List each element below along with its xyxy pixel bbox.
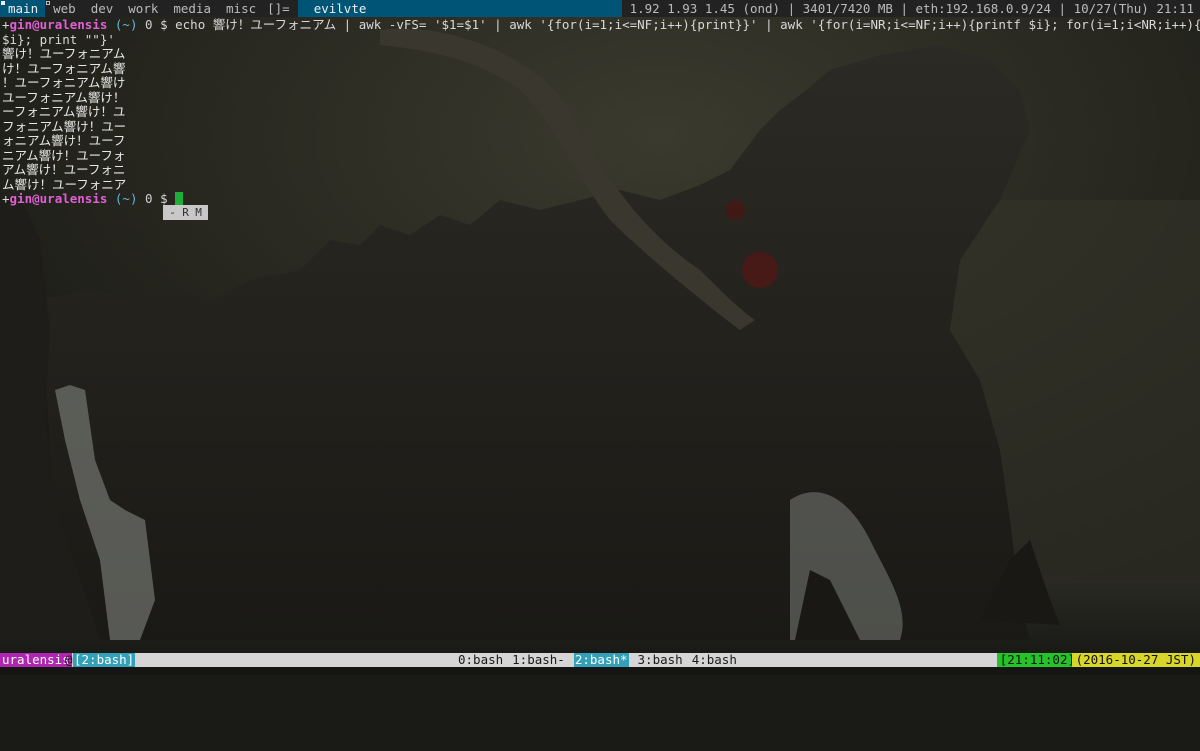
tmux-status-bar: uralensis @ [2:bash] 0:bash 1:bash- 2:ba… — [0, 653, 1200, 667]
prompt-plus: + — [2, 17, 10, 32]
input-mode-indicator: - R M — [163, 205, 208, 220]
window-title: evilvte — [297, 0, 622, 17]
mode-dash: - — [169, 206, 176, 219]
tag-work[interactable]: work — [120, 0, 165, 17]
tmux-session: [2:bash] — [73, 652, 136, 667]
tmux-window-3[interactable]: 3:bash — [638, 653, 683, 667]
output-line: ！ユーフォニアム響け — [2, 75, 126, 90]
tmux-window-2[interactable]: 2:bash* — [573, 653, 629, 667]
output-line: 響け！ユーフォニアム — [2, 46, 126, 61]
command-text: echo 響け！ユーフォニアム | awk -vFS= '$1=$1' | aw… — [175, 17, 1200, 32]
tmux-at: @ — [65, 652, 73, 667]
prompt-exit-code: 0 — [137, 191, 153, 206]
output-line: ニアム響け！ユーフォ — [2, 147, 126, 163]
prompt-at: @ — [32, 191, 40, 206]
prompt-plus: + — [2, 191, 10, 206]
output-line: ユーフォニアム響け！ — [2, 89, 126, 105]
prompt-dollar: $ — [152, 17, 176, 32]
tmux-date: (2016-10-27 JST) — [1071, 653, 1200, 667]
prompt-user: gin — [9, 17, 33, 32]
command-continuation: $i}; print ""}' — [2, 31, 115, 47]
tmux-clock: [21:11:02] — [996, 653, 1078, 667]
output-line: フォニアム響け！ユー — [2, 118, 127, 134]
prompt-dollar: $ — [152, 191, 176, 206]
tmux-window-list: 0:bash 1:bash- 2:bash* 3:bash 4:bash — [458, 653, 737, 667]
mode-r: R — [182, 206, 189, 219]
output-line: ーフォニアム響け！ユ — [2, 104, 126, 119]
tmux-window-4[interactable]: 4:bash — [692, 653, 737, 667]
tag-main[interactable]: main — [0, 0, 46, 17]
text-cursor — [175, 192, 184, 205]
terminal-output[interactable]: +gin@uralensis (~) 0 $ echo 響け！ユーフォニアム |… — [2, 17, 1200, 207]
prompt-user: gin — [9, 191, 33, 206]
tag-media[interactable]: media — [165, 0, 218, 17]
tag-dev[interactable]: dev — [83, 0, 121, 17]
output-line: け！ユーフォニアム響 — [2, 60, 126, 76]
window-manager-bar: main web dev work media misc []= evilvte… — [0, 0, 1200, 17]
prompt-dir: (~) — [107, 191, 138, 206]
prompt-dir: (~) — [107, 17, 138, 32]
tmux-window-1[interactable]: 1:bash- — [512, 653, 565, 667]
layout-symbol[interactable]: []= — [263, 1, 298, 16]
output-line: ム響け！ユーフォニア — [2, 176, 127, 192]
prompt-at: @ — [32, 17, 40, 32]
prompt-host: uralensis — [39, 191, 108, 206]
output-line: アム響け！ユーフォニ — [2, 162, 126, 177]
bottom-strip — [0, 667, 1200, 675]
system-status: 1.92 1.93 1.45 (ond) | 3401/7420 MB | et… — [621, 0, 1200, 17]
output-line: ォニアム響け！ユーフ — [2, 133, 126, 148]
tag-misc[interactable]: misc — [218, 0, 263, 17]
tmux-hostname: uralensis — [0, 652, 72, 667]
mode-m: M — [195, 206, 202, 219]
prompt-host: uralensis — [39, 17, 108, 32]
occupied-indicator-icon — [1, 1, 5, 5]
command-line: +gin@uralensis (~) 0 $ echo 響け！ユーフォニアム |… — [2, 17, 1200, 33]
prompt-exit-code: 0 — [137, 17, 153, 32]
tmux-window-0[interactable]: 0:bash — [458, 653, 503, 667]
tag-web[interactable]: web — [45, 0, 83, 17]
occupied-indicator-icon — [46, 1, 51, 5]
